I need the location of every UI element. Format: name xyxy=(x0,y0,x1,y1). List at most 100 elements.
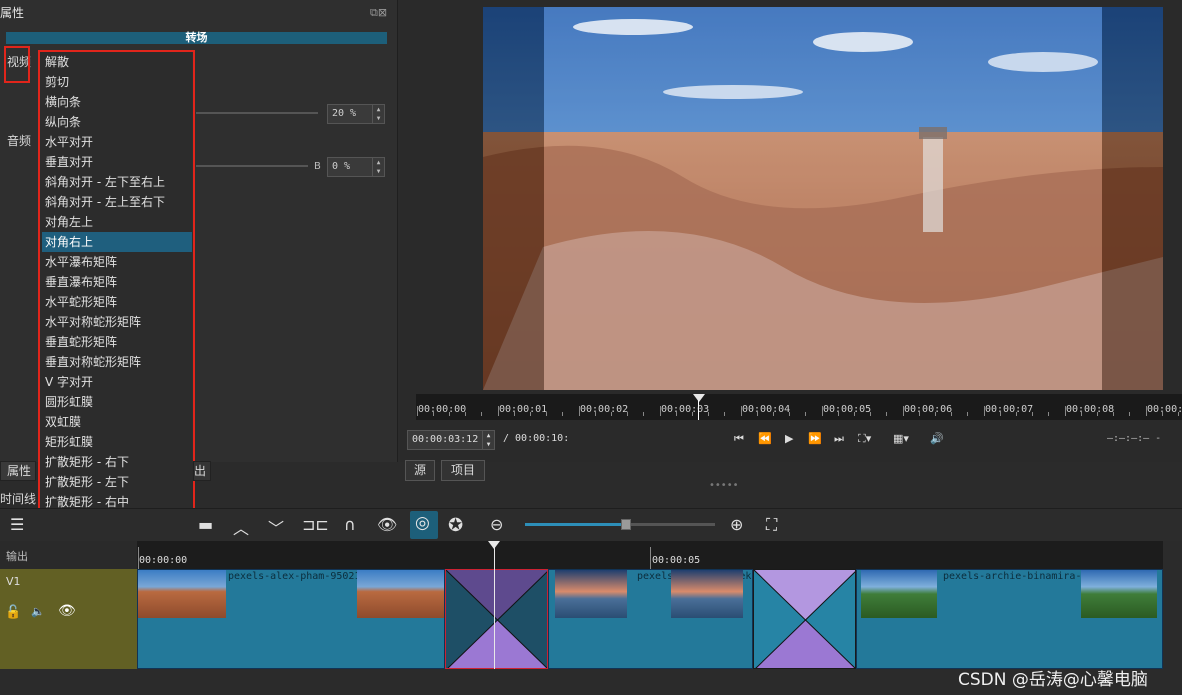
ruler-minor-tick xyxy=(481,412,482,416)
zoom-in-icon[interactable]: ⊕ xyxy=(730,515,743,534)
fast-forward-icon[interactable]: ⏩ xyxy=(808,432,822,445)
video-label-highlight xyxy=(4,46,30,83)
transition-graphic xyxy=(446,570,547,668)
track-v1: pexels-alex-pham-950210.jpg pexels-anand… xyxy=(137,569,1163,669)
transition-graphic xyxy=(754,570,855,668)
panel-window-buttons[interactable]: ⧉⊠ xyxy=(370,6,387,20)
ruler-label: 00:00:01 xyxy=(499,404,548,415)
timeline-ruler[interactable]: 00:00:00 00:00:05 xyxy=(137,541,1163,569)
ruler-label: 00:00:03 xyxy=(661,404,710,415)
eye-icon[interactable]: 👁 xyxy=(58,603,76,619)
in-out-timecode: —:—:—:— - xyxy=(1107,433,1162,444)
zoom-out-icon[interactable]: ⊖ xyxy=(490,515,503,534)
menu-icon[interactable]: ☰ xyxy=(10,515,24,534)
volume-icon[interactable]: 🔊 xyxy=(930,432,944,445)
clip-thumbnail xyxy=(357,570,444,618)
ruler-label: 00:00:0 xyxy=(1147,404,1182,415)
clip-3[interactable]: pexels-archie-binamira-672451.jpg xyxy=(856,569,1163,669)
transition-2[interactable] xyxy=(753,569,856,669)
total-duration: / 00:00:10: xyxy=(503,433,570,444)
scrub-icon[interactable]: 👁 xyxy=(377,515,397,534)
rewind-icon[interactable]: ⏪ xyxy=(758,432,772,445)
mute-icon[interactable]: 🔈 xyxy=(31,605,45,618)
ruler-label: 00:00:02 xyxy=(580,404,629,415)
remove-icon[interactable]: ▬ xyxy=(198,515,213,534)
ruler-minor-tick xyxy=(967,412,968,416)
ruler-minor-tick xyxy=(724,412,725,416)
mix-value: 0 % xyxy=(332,161,351,172)
ruler-minor-tick xyxy=(1048,412,1049,416)
timeline-title: 时间线 xyxy=(0,492,37,506)
snap-icon[interactable]: ∩ xyxy=(344,515,356,534)
spin-arrows[interactable]: ▲ ▼ xyxy=(372,158,384,176)
timeline-header: 输出 xyxy=(0,541,137,569)
ruler-label: 00:00:08 xyxy=(1066,404,1115,415)
ruler-minor-tick xyxy=(886,412,887,416)
ruler-minor-tick xyxy=(1129,412,1130,416)
play-icon[interactable]: ▶ xyxy=(785,432,793,445)
player-ruler[interactable]: 00:00:00 00:00:01 00:00:02 00:00:03 00:00:04… xyxy=(416,394,1182,420)
panel-resize-grip[interactable]: ••••• xyxy=(709,480,739,491)
mix-slider[interactable] xyxy=(196,165,308,167)
split-icon[interactable]: ⊐⊏ xyxy=(302,515,329,534)
preview-image xyxy=(483,7,1163,390)
tab-project[interactable]: 项目 xyxy=(441,460,485,481)
output-label: 输出 xyxy=(6,550,28,563)
zoom-fit-timeline-icon[interactable]: ⛶ xyxy=(766,515,777,535)
transition-1[interactable] xyxy=(445,569,548,669)
skip-previous-icon[interactable]: ⏮ xyxy=(734,432,744,446)
spin-arrows[interactable]: ▲ ▼ xyxy=(372,105,384,123)
zoom-slider-handle[interactable] xyxy=(621,519,631,530)
mix-spinbox[interactable]: 0 % ▲ ▼ xyxy=(327,157,385,177)
timecode-spin-arrows[interactable]: ▲ ▼ xyxy=(482,431,494,449)
skip-next-icon[interactable]: ⏭ xyxy=(834,432,844,446)
clip-2[interactable]: pexels-anand-dandek xyxy=(548,569,753,669)
lock-icon[interactable]: 🔓 xyxy=(5,605,21,620)
current-time-text: 00:00:03:12 xyxy=(412,434,479,445)
tl-ruler-label: 00:00:05 xyxy=(652,555,701,566)
audio-label: 音频 xyxy=(7,134,32,148)
dropdown-highlight xyxy=(38,50,195,553)
clip-thumbnail xyxy=(671,570,743,618)
clip-1[interactable]: pexels-alex-pham-950210.jpg xyxy=(137,569,445,669)
tab-source[interactable]: 源 xyxy=(405,460,435,481)
mix-b-label: B xyxy=(314,161,321,172)
softness-slider[interactable] xyxy=(196,112,318,114)
tl-ruler-tick xyxy=(650,547,651,569)
current-timecode[interactable]: 00:00:03:12 ▲ ▼ xyxy=(407,430,495,450)
ruler-label: 00:00:06 xyxy=(904,404,953,415)
ripple-button[interactable]: ◎ xyxy=(410,511,438,539)
softness-value: 20 % xyxy=(332,108,357,119)
transition-header: 转场 xyxy=(6,32,387,44)
player-playhead-line xyxy=(698,400,699,420)
watermark: CSDN @岳涛@心馨电脑 xyxy=(958,670,1148,690)
target-icon: ◎ xyxy=(415,513,430,533)
ruler-label: 00:00:07 xyxy=(985,404,1034,415)
clip-thumbnail xyxy=(1081,570,1157,618)
tl-ruler-label: 00:00:00 xyxy=(139,555,188,566)
clip-thumbnail xyxy=(555,570,627,618)
panel-title: 属性 xyxy=(0,6,25,20)
track-header-v1[interactable]: V1 🔓 🔈 👁 xyxy=(0,569,137,669)
ripple-all-icon[interactable]: ✪ xyxy=(448,515,463,536)
clip-thumbnail xyxy=(138,570,226,618)
lift-icon[interactable]: ︿ xyxy=(233,515,249,539)
zoom-fit-icon[interactable]: ⛶▾ xyxy=(858,432,871,446)
tl-ruler-tick xyxy=(138,547,139,569)
video-preview xyxy=(483,7,1163,390)
ruler-label: 00:00:04 xyxy=(742,404,791,415)
ruler-minor-tick xyxy=(562,412,563,416)
tab-output[interactable]: 出 xyxy=(193,461,211,481)
ruler-label: 00:00:00 xyxy=(418,404,467,415)
player-playhead[interactable] xyxy=(693,394,705,402)
ruler-minor-tick xyxy=(805,412,806,416)
clip-thumbnail xyxy=(861,570,937,618)
track-name: V1 xyxy=(6,575,21,588)
zoom-slider-fill xyxy=(525,523,625,526)
ruler-label: 00:00:05 xyxy=(823,404,872,415)
grid-icon[interactable]: ▦▾ xyxy=(893,432,909,445)
softness-spinbox[interactable]: 20 % ▲ ▼ xyxy=(327,104,385,124)
tab-properties[interactable]: 属性 xyxy=(0,461,36,481)
overwrite-icon[interactable]: ﹀ xyxy=(268,515,284,539)
ruler-minor-tick xyxy=(643,412,644,416)
